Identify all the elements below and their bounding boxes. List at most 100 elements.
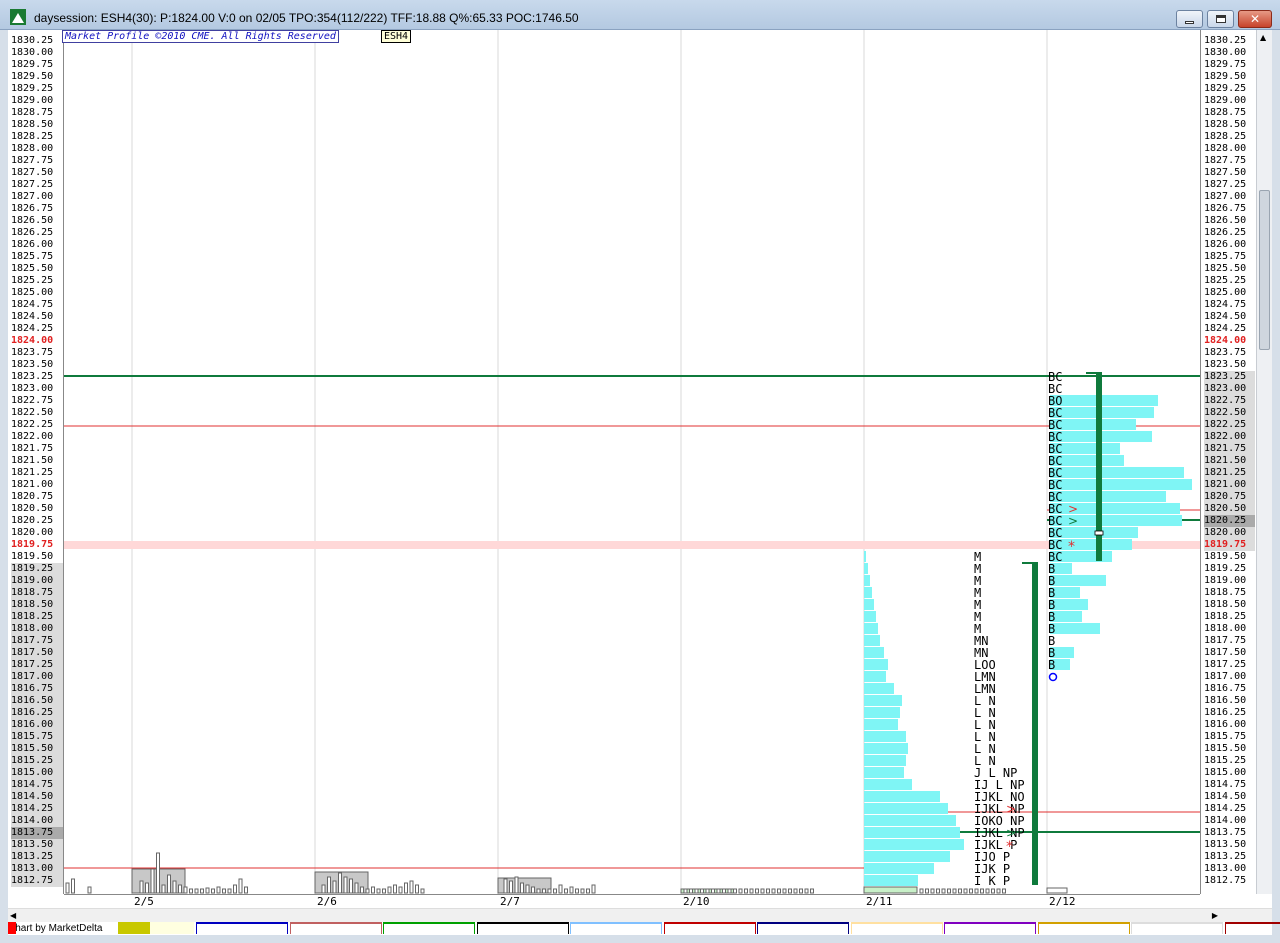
price-tick-label: 1830.00 <box>1204 47 1247 58</box>
price-tick-label: 1826.25 <box>1204 227 1247 238</box>
volume-bar <box>683 888 688 894</box>
price-tick-label: 1819.00 <box>11 575 63 587</box>
price-tick-label: 1818.50 <box>11 599 63 611</box>
price-tick-label: 1824.25 <box>1204 323 1247 334</box>
price-tick-label: 1817.50 <box>1204 647 1247 658</box>
price-tick-label: 1813.75 <box>1204 827 1247 838</box>
price-tick-label: 1822.25 <box>1204 419 1255 431</box>
price-tick-label: 1816.25 <box>1204 707 1247 718</box>
legend-color-swatch <box>944 922 1036 934</box>
price-tick-label: 1827.25 <box>1204 179 1247 190</box>
volume-bar <box>963 888 968 894</box>
date-tick-label: 2/7 <box>500 895 520 908</box>
price-tick-label: 1822.75 <box>11 395 54 406</box>
profile-bar <box>1050 575 1106 586</box>
volume-bar <box>531 886 535 894</box>
volume-bar <box>974 888 979 894</box>
volume-bar <box>139 880 144 894</box>
price-tick-label: 1814.50 <box>1204 791 1247 802</box>
volume-bar <box>569 886 574 894</box>
volume-bar <box>991 888 995 894</box>
profile-bar <box>864 827 960 838</box>
price-tick-label: 1815.50 <box>11 743 63 755</box>
price-tick-label: 1812.75 <box>11 875 63 887</box>
volume-bar <box>227 888 232 894</box>
volume-bar <box>591 884 596 894</box>
volume-bar <box>404 882 408 894</box>
price-tick-label: 1830.25 <box>1204 35 1247 46</box>
scroll-left-icon[interactable]: ◀ <box>10 911 16 920</box>
price-tick-label: 1824.00 <box>11 335 54 346</box>
price-tick-label: 1824.50 <box>11 311 54 322</box>
scroll-thumb[interactable] <box>1259 190 1270 350</box>
horizontal-scrollbar[interactable]: ◀ ▶ <box>8 908 1272 922</box>
price-tick-label: 1821.00 <box>1204 479 1255 491</box>
volume-bar <box>744 888 748 894</box>
volume-bar <box>398 886 403 894</box>
volume-bar <box>558 884 563 894</box>
price-tick-label: 1825.50 <box>1204 263 1247 274</box>
volume-bar <box>749 888 754 894</box>
price-tick-label: 1815.00 <box>11 767 63 779</box>
price-tick-label: 1814.00 <box>1204 815 1247 826</box>
profile-bar <box>864 731 906 742</box>
volume-bar <box>755 888 759 894</box>
price-tick-label: 1829.50 <box>1204 71 1247 82</box>
market-profile-chart[interactable]: MMMMMMMMNMNLOOLMNLMNL NL NL NL NL NL N J… <box>0 0 1280 943</box>
price-tick-label: 1827.75 <box>11 155 54 166</box>
scroll-up-icon[interactable]: ▲ <box>1260 33 1266 42</box>
price-tick-label: 1829.25 <box>1204 83 1247 94</box>
price-tick-label: 1828.75 <box>1204 107 1247 118</box>
profile-bar <box>1050 527 1138 538</box>
price-tick-label: 1818.25 <box>11 611 63 623</box>
date-axis: 2/5 2/6 2/7 2/10 2/11 2/12 <box>64 894 1200 908</box>
profile-bar <box>864 707 900 718</box>
price-tick-label: 1820.50 <box>1204 503 1255 515</box>
legend-color-swatch <box>570 922 662 934</box>
price-tick-label: 1816.75 <box>1204 683 1247 694</box>
volume-bar <box>503 878 508 894</box>
profile-bar <box>864 695 902 706</box>
scroll-right-icon[interactable]: ▶ <box>1212 911 1218 920</box>
vertical-scrollbar[interactable]: ▲ <box>1256 30 1272 894</box>
price-tick-label: 1821.50 <box>1204 455 1255 467</box>
price-tick-label: 1817.25 <box>11 659 63 671</box>
date-tick-label: 2/10 <box>683 895 710 908</box>
price-tick-label: 1825.00 <box>11 287 54 298</box>
price-tick-label: 1814.25 <box>11 803 63 815</box>
volume-bar <box>393 884 397 894</box>
profile-bar <box>1050 419 1136 430</box>
price-tick-label: 1815.75 <box>1204 731 1247 742</box>
price-tick-label: 1816.25 <box>11 707 63 719</box>
volume-bar <box>376 888 381 894</box>
left-price-axis[interactable]: 1830.25 1830.00 1829.75 1829.50 1829.25 1829.… <box>8 30 64 894</box>
legend-color-swatch <box>1037 922 1130 934</box>
volume-bar <box>172 880 177 894</box>
legend-color-swatch <box>289 922 382 934</box>
legend-color-swatch <box>663 922 756 934</box>
volume-bar <box>71 878 75 894</box>
volume-bar <box>586 888 590 894</box>
right-price-axis[interactable]: 1830.25 1830.00 1829.75 1829.50 1829.25 1829.… <box>1200 30 1255 894</box>
volume-bar <box>183 886 188 894</box>
legend-color-swatch <box>150 922 194 934</box>
volume-bar <box>782 888 787 894</box>
price-tick-label: 1823.50 <box>11 359 54 370</box>
volume-bar <box>575 888 579 894</box>
volume-bar <box>936 888 940 894</box>
price-tick-label: 1824.00 <box>1204 335 1247 346</box>
volume-bar <box>952 888 957 894</box>
price-tick-label: 1822.75 <box>1204 395 1255 407</box>
volume-bar <box>985 888 990 894</box>
price-tick-label: 1815.25 <box>11 755 63 767</box>
price-tick-label: 1825.00 <box>1204 287 1247 298</box>
price-tick-label: 1813.50 <box>11 839 63 851</box>
date-tick-label: 2/11 <box>866 895 893 908</box>
price-tick-label: 1827.50 <box>11 167 54 178</box>
legend-color-swatch <box>383 922 475 934</box>
profile-bar <box>1050 623 1100 634</box>
profile-bar <box>864 587 872 598</box>
profile-bar <box>864 755 906 766</box>
volume-bar <box>200 888 204 894</box>
price-tick-label: 1826.50 <box>1204 215 1247 226</box>
